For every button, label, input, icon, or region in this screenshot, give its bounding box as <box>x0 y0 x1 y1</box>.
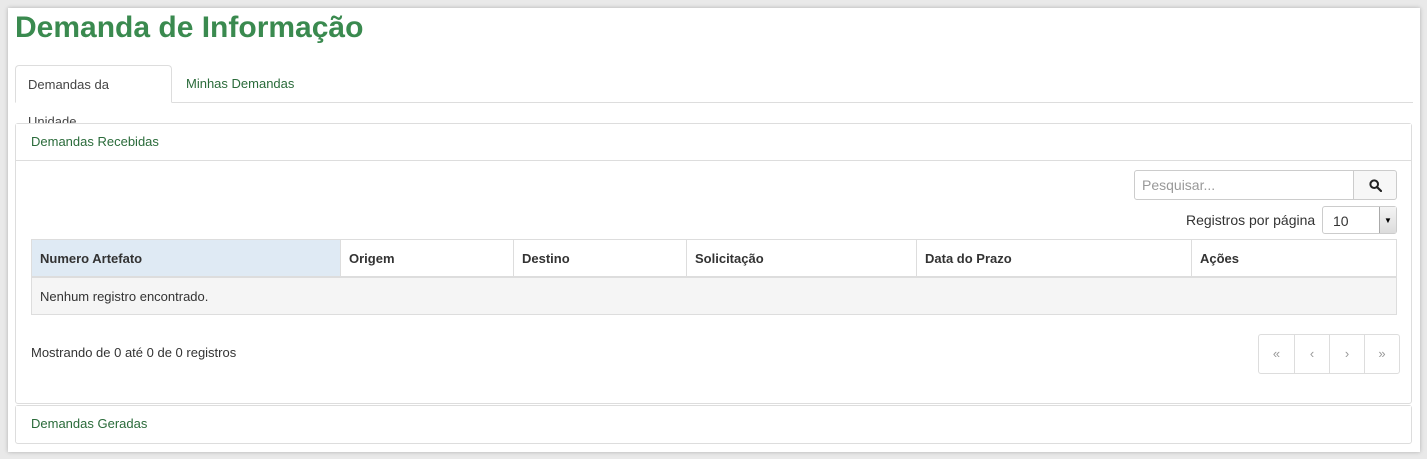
main-frame: Demanda de Informação Demandas da Unidad… <box>8 8 1420 452</box>
page-last-button[interactable]: » <box>1364 335 1399 373</box>
page-next-button[interactable]: › <box>1329 335 1364 373</box>
panel-demandas-geradas: Demandas Geradas <box>15 405 1412 444</box>
col-data-do-prazo[interactable]: Data do Prazo <box>916 239 1192 278</box>
page-first-button[interactable]: « <box>1259 335 1294 373</box>
col-acoes[interactable]: Ações <box>1191 239 1397 278</box>
empty-message: Nenhum registro encontrado. <box>31 276 1397 315</box>
panel-demandas-recebidas: Demandas Recebidas Registros por página … <box>15 123 1412 404</box>
col-origem[interactable]: Origem <box>340 239 514 278</box>
panel-heading-recebidas[interactable]: Demandas Recebidas <box>16 124 1411 161</box>
tab-bar: Demandas da Unidade Minhas Demandas <box>15 65 1413 129</box>
per-page-label: Registros por página <box>1186 212 1316 228</box>
search-button[interactable] <box>1353 170 1397 200</box>
page-title: Demanda de Informação <box>15 11 364 44</box>
tab-demandas-da-unidade[interactable]: Demandas da Unidade <box>15 65 172 129</box>
search-group <box>1134 170 1398 200</box>
col-solicitacao[interactable]: Solicitação <box>686 239 917 278</box>
table-header-row: Numero Artefato Origem Destino Solicitaç… <box>31 239 1397 278</box>
search-input[interactable] <box>1134 170 1354 200</box>
caret-down-icon[interactable]: ▼ <box>1379 207 1396 233</box>
records-info: Mostrando de 0 até 0 de 0 registros <box>31 345 237 360</box>
per-page-value: 10 <box>1333 213 1349 229</box>
panel-heading-geradas[interactable]: Demandas Geradas <box>16 406 1411 442</box>
table-row: Nenhum registro encontrado. <box>31 276 1397 315</box>
page-prev-button[interactable]: ‹ <box>1294 335 1329 373</box>
tab-minhas-demandas[interactable]: Minhas Demandas <box>174 65 306 102</box>
pagination: « ‹ › » <box>1258 334 1400 374</box>
col-numero-artefato[interactable]: Numero Artefato <box>31 239 341 278</box>
per-page-select[interactable]: 10 ▼ <box>1322 206 1397 234</box>
col-destino[interactable]: Destino <box>513 239 687 278</box>
search-icon <box>1368 178 1382 192</box>
demands-table: Numero Artefato Origem Destino Solicitaç… <box>31 239 1397 315</box>
